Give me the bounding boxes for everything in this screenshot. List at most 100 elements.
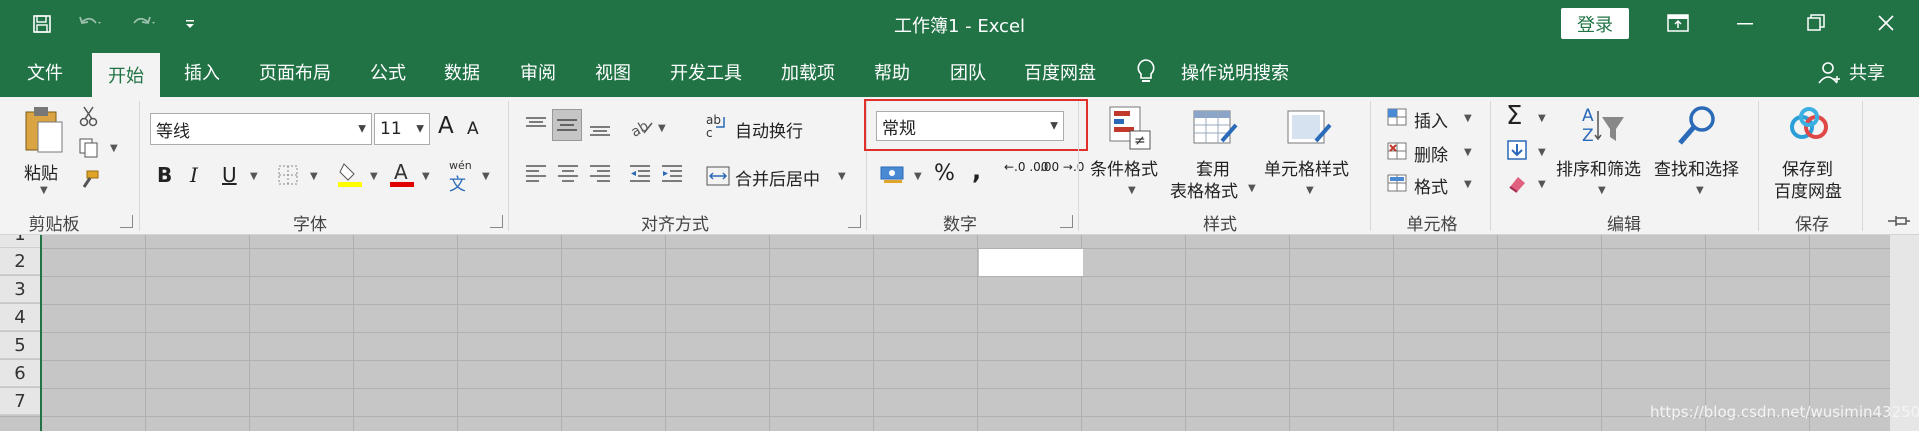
alignment-launcher-icon[interactable] <box>848 215 861 228</box>
border-dropdown-icon[interactable]: ▼ <box>310 171 318 182</box>
wrap-text-icon[interactable]: ab c <box>706 113 730 143</box>
tab-data[interactable]: 数据 <box>432 47 492 97</box>
format-as-table-line2[interactable]: 表格格式 <box>1170 177 1238 202</box>
fill-dropdown-icon[interactable]: ▼ <box>1538 147 1546 158</box>
tab-insert[interactable]: 插入 <box>172 47 232 97</box>
autosum-dropdown-icon[interactable]: ▼ <box>1538 113 1546 124</box>
tell-me-search[interactable]: 操作说明搜索 <box>1170 47 1300 97</box>
align-middle-icon[interactable] <box>552 109 582 141</box>
tab-help[interactable]: 帮助 <box>862 47 922 97</box>
tab-baidu-netdisk[interactable]: 百度网盘 <box>1018 47 1102 97</box>
tab-addins[interactable]: 加载项 <box>772 47 844 97</box>
format-painter-icon[interactable] <box>78 169 100 195</box>
format-cells-icon[interactable] <box>1386 173 1408 197</box>
copy-icon[interactable] <box>78 137 100 163</box>
minimize-icon[interactable] <box>1725 8 1765 38</box>
conditional-format-button[interactable]: 条件格式 <box>1090 155 1158 180</box>
fill-color-icon[interactable] <box>338 160 364 192</box>
font-family-select[interactable]: 等线 ▼ <box>150 113 372 145</box>
insert-cells-button[interactable]: 插入 <box>1414 107 1448 132</box>
align-top-icon[interactable] <box>524 115 548 139</box>
row-header[interactable]: 3 <box>0 276 40 303</box>
baidu-netdisk-icon[interactable] <box>1786 105 1832 153</box>
login-button[interactable]: 登录 <box>1561 8 1629 39</box>
comma-button[interactable]: , <box>972 157 981 185</box>
conditional-format-icon[interactable]: ≠ <box>1108 105 1152 155</box>
clear-icon[interactable] <box>1506 173 1528 197</box>
find-select-dropdown-icon[interactable]: ▼ <box>1696 185 1704 196</box>
grow-font-button[interactable]: A <box>438 113 454 139</box>
find-select-icon[interactable] <box>1674 103 1720 153</box>
delete-cells-icon[interactable] <box>1386 141 1408 165</box>
clipboard-launcher-icon[interactable] <box>120 215 133 228</box>
worksheet-grid[interactable]: 1 2 3 4 5 6 7 https://blog.csdn.net/wusi… <box>0 235 1919 431</box>
paste-dropdown-icon[interactable]: ▼ <box>40 185 48 196</box>
format-cells-button[interactable]: 格式 <box>1414 173 1448 198</box>
merge-center-button[interactable]: 合并后居中 <box>735 165 820 190</box>
sort-filter-icon[interactable]: AZ <box>1580 103 1626 153</box>
shrink-font-button[interactable]: A <box>467 119 479 139</box>
row-header[interactable]: 2 <box>0 248 40 275</box>
tab-view[interactable]: 视图 <box>583 47 643 97</box>
border-icon[interactable] <box>277 164 299 190</box>
align-right-icon[interactable] <box>588 163 612 189</box>
insert-cells-icon[interactable] <box>1386 107 1408 131</box>
tab-formulas[interactable]: 公式 <box>358 47 418 97</box>
sort-filter-dropdown-icon[interactable]: ▼ <box>1598 185 1606 196</box>
currency-dropdown-icon[interactable]: ▼ <box>914 171 922 182</box>
row-header[interactable]: 1 <box>0 235 40 248</box>
font-color-dropdown-icon[interactable]: ▼ <box>422 171 430 182</box>
conditional-format-dropdown-icon[interactable]: ▼ <box>1128 185 1136 196</box>
cell-styles-icon[interactable] <box>1286 105 1332 155</box>
row-header[interactable]: 6 <box>0 360 40 387</box>
delete-cells-button[interactable]: 删除 <box>1414 141 1448 166</box>
currency-icon[interactable] <box>880 163 906 189</box>
phonetic-dropdown-icon[interactable]: ▼ <box>482 171 490 182</box>
font-launcher-icon[interactable] <box>490 215 503 228</box>
tab-team[interactable]: 团队 <box>938 47 998 97</box>
tab-home[interactable]: 开始 <box>92 53 160 97</box>
merge-center-icon[interactable] <box>706 165 730 191</box>
delete-dropdown-icon[interactable]: ▼ <box>1464 147 1472 158</box>
orientation-dropdown-icon[interactable]: ▼ <box>658 123 666 134</box>
increase-decimal-button[interactable]: ←.0 .00 <box>1004 161 1048 174</box>
sort-filter-button[interactable]: 排序和筛选 <box>1556 155 1641 180</box>
tab-page-layout[interactable]: 页面布局 <box>250 47 340 97</box>
wrap-text-button[interactable]: 自动换行 <box>735 117 803 142</box>
tab-review[interactable]: 审阅 <box>508 47 568 97</box>
insert-dropdown-icon[interactable]: ▼ <box>1464 113 1472 124</box>
pin-ribbon-icon[interactable] <box>1886 213 1912 233</box>
percent-button[interactable]: % <box>934 161 955 186</box>
paste-label[interactable]: 粘贴 <box>24 159 58 184</box>
cell-styles-button[interactable]: 单元格样式 <box>1264 155 1349 180</box>
fill-icon[interactable] <box>1506 139 1528 165</box>
format-dropdown-icon[interactable]: ▼ <box>1464 179 1472 190</box>
decrease-indent-icon[interactable] <box>628 163 652 189</box>
autosum-icon[interactable]: Σ <box>1506 101 1522 131</box>
active-cell[interactable] <box>979 249 1083 276</box>
increase-indent-icon[interactable] <box>660 163 684 189</box>
format-as-table-dropdown-icon[interactable]: ▼ <box>1248 183 1256 194</box>
align-center-icon[interactable] <box>556 163 580 189</box>
vertical-scrollbar[interactable] <box>1890 235 1919 431</box>
number-format-select[interactable]: 常规 ▼ <box>876 111 1064 141</box>
tab-developer[interactable]: 开发工具 <box>662 47 750 97</box>
bold-button[interactable]: B <box>157 163 172 187</box>
paste-icon[interactable] <box>22 104 66 162</box>
share-button[interactable]: 共享 <box>1842 47 1892 97</box>
row-header[interactable]: 4 <box>0 304 40 331</box>
orientation-icon[interactable]: ab <box>628 117 654 141</box>
phonetic-icon[interactable]: wén 文 <box>449 159 472 195</box>
underline-dropdown-icon[interactable]: ▼ <box>250 171 258 182</box>
format-as-table-icon[interactable] <box>1192 105 1238 155</box>
font-color-icon[interactable]: A <box>390 160 416 192</box>
cell-styles-dropdown-icon[interactable]: ▼ <box>1306 185 1314 196</box>
ribbon-display-icon[interactable] <box>1658 8 1698 38</box>
font-size-select[interactable]: 11 ▼ <box>374 113 430 145</box>
cut-icon[interactable] <box>78 105 100 131</box>
close-icon[interactable] <box>1866 8 1906 38</box>
italic-button[interactable]: I <box>190 163 198 187</box>
copy-dropdown-icon[interactable]: ▼ <box>110 143 118 154</box>
save-to-netdisk-line2[interactable]: 百度网盘 <box>1774 177 1842 202</box>
merge-dropdown-icon[interactable]: ▼ <box>838 171 846 182</box>
